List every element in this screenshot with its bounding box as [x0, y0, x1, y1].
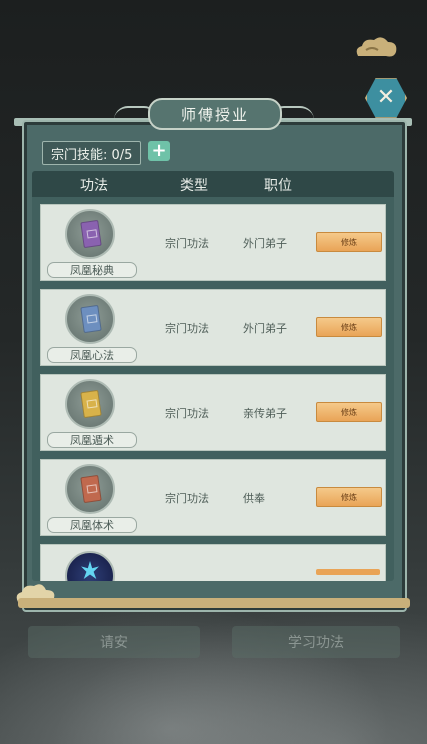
close-icon: ✕ — [365, 78, 407, 118]
add-skill-button[interactable]: + — [148, 141, 170, 161]
cloud-ornament-icon — [356, 37, 397, 57]
header-rank: 职位 — [264, 178, 292, 194]
table-row: 凤凰体术 宗门功法 供奉 修炼 — [40, 459, 386, 536]
table-header: 功法 类型 职位 — [32, 171, 394, 197]
skill-type: 宗门功法 — [165, 322, 209, 335]
table-row: 凤凰心法 宗门功法 外门弟子 修炼 — [40, 289, 386, 366]
skill-name: 凤凰秘典 — [47, 262, 137, 278]
skill-rank: 供奉 — [243, 492, 265, 505]
blue-book-icon — [80, 304, 102, 334]
skill-name: 凤凰遁术 — [47, 432, 137, 448]
background-greet-button: 请安 — [28, 626, 200, 658]
header-type: 类型 — [180, 178, 208, 194]
practice-button[interactable]: 修炼 — [316, 402, 382, 422]
skill-table: 功法 类型 职位 凤凰秘典 宗门功法 外门弟子 修炼 凤凰心法 宗门功法 外门弟… — [32, 171, 394, 581]
table-row: 凤凰秘典 宗门功法 外门弟子 修炼 — [40, 204, 386, 281]
skill-rank: 外门弟子 — [243, 322, 287, 335]
header-skill: 功法 — [80, 178, 108, 194]
practice-button[interactable]: 修炼 — [316, 317, 382, 337]
dialog-title: 师傅授业 — [180, 105, 249, 124]
table-row: 凤凰遁术 宗门功法 亲传弟子 修炼 — [40, 374, 386, 451]
skill-name: 凤凰心法 — [47, 347, 137, 363]
skill-type: 宗门功法 — [165, 237, 209, 250]
skill-type: 宗门功法 — [165, 407, 209, 420]
skill-type: 宗门功法 — [165, 492, 209, 505]
red-book-icon — [80, 474, 102, 504]
skill-rank: 外门弟子 — [243, 237, 287, 250]
table-row-partial — [40, 544, 386, 581]
skill-medal — [65, 294, 115, 344]
sect-skill-count: 宗门技能: 0/5 — [42, 141, 142, 165]
skill-list[interactable]: 凤凰秘典 宗门功法 外门弟子 修炼 凤凰心法 宗门功法 外门弟子 修炼 凤凰遁术… — [40, 204, 386, 581]
skill-rank: 亲传弟子 — [243, 407, 287, 420]
dialog-title-plaque: 师傅授业 — [148, 98, 282, 130]
plus-icon: + — [151, 140, 167, 161]
skill-name: 凤凰体术 — [47, 517, 137, 533]
skill-medal — [65, 464, 115, 514]
skill-medal — [65, 379, 115, 429]
practice-button[interactable]: 修炼 — [316, 487, 382, 507]
crystal-icon — [65, 551, 115, 581]
panel-bottom-bar — [18, 598, 410, 608]
practice-button-partial[interactable] — [316, 569, 380, 575]
practice-button[interactable]: 修炼 — [316, 232, 382, 252]
gold-book-icon — [80, 389, 102, 419]
background-learn-skill-button: 学习功法 — [232, 626, 400, 658]
skill-medal — [65, 209, 115, 259]
close-button[interactable]: ✕ — [362, 74, 407, 118]
purple-book-icon — [80, 219, 102, 249]
